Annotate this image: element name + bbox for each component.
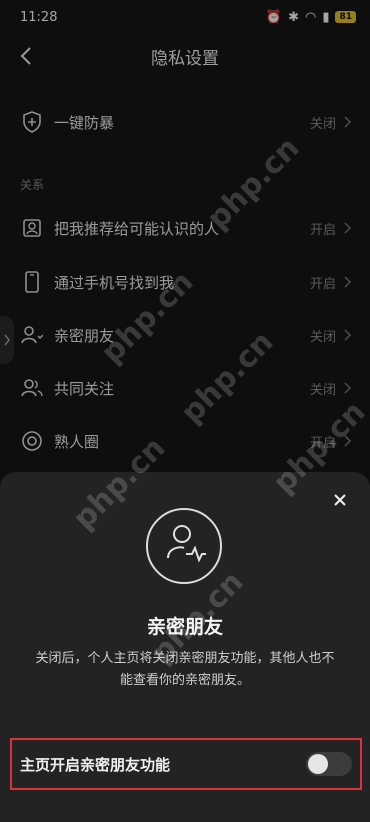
user-pulse-icon — [167, 525, 206, 563]
toggle-label: 主页开启亲密朋友功能 — [20, 755, 171, 774]
toggle-knob — [308, 754, 328, 774]
bottom-sheet: 亲密朋友 关闭后，个人主页将关闭亲密朋友功能，其他人也不能查看你的亲密朋友。 主… — [0, 472, 370, 822]
close-friends-toggle[interactable] — [306, 752, 352, 776]
close-friends-illustration — [146, 508, 222, 584]
toggle-close-friends-row: 主页开启亲密朋友功能 — [10, 738, 362, 790]
close-icon[interactable] — [332, 492, 348, 508]
sheet-title: 亲密朋友 — [146, 616, 223, 638]
sheet-description: 关闭后，个人主页将关闭亲密朋友功能，其他人也不能查看你的亲密朋友。 — [35, 651, 335, 688]
